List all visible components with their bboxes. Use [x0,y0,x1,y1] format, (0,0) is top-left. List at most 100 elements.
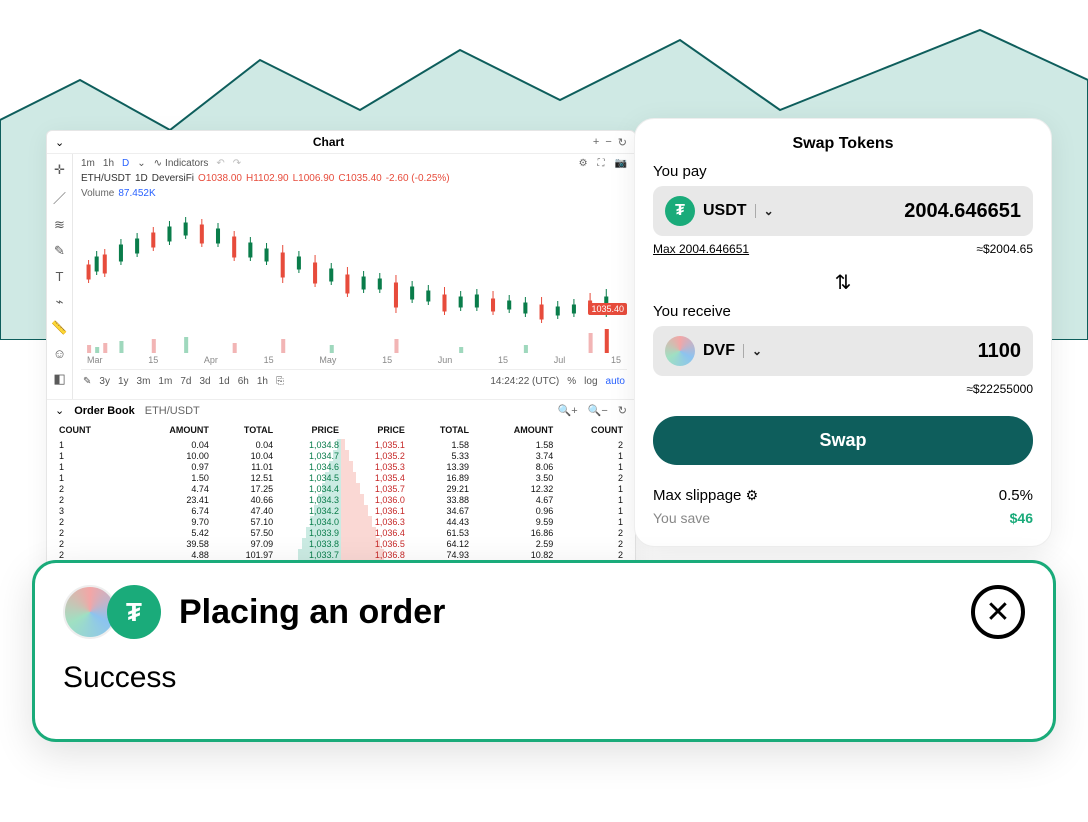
close-icon[interactable]: ✕ [971,585,1025,639]
toast-title: Placing an order [179,593,445,632]
zoom-out-icon[interactable]: 🔍− [588,404,608,417]
chevron-down-icon[interactable]: ⌄ [743,344,762,358]
dvf-icon [665,336,695,366]
swap-title: Swap Tokens [653,135,1033,153]
receive-token-selector[interactable]: DVF ⌄ [665,336,762,366]
pay-approx: ≈$2004.65 [976,242,1033,256]
trendline-icon[interactable]: ／ [53,188,66,207]
orderbook-row[interactable]: 36.7447.401,034.21,036.134.670.961 [57,505,625,516]
toast-token-icons: ₮ [63,585,161,639]
text-icon[interactable]: T [56,269,64,284]
ohlc-l: 1006.90 [298,173,334,184]
swap-button[interactable]: Swap [653,416,1033,465]
brush-icon[interactable]: ✎ [54,243,65,259]
ob-col-total: TOTAL [407,421,471,439]
pay-amount[interactable]: 2004.646651 [904,200,1021,223]
tf-1h[interactable]: 1h [257,376,268,387]
fullscreen-icon[interactable]: ⛶ [598,158,605,169]
tf-7d[interactable]: 7d [180,376,191,387]
measure-icon[interactable]: ◧ [53,371,65,387]
minus-icon[interactable]: − [605,136,611,149]
orderbook-row[interactable]: 10.9711.011,034.61,035.313.398.061 [57,461,625,472]
pattern-icon[interactable]: ⌁ [56,294,64,310]
chart-header-controls: + − ↻ [593,136,627,149]
drawing-toolstrip: ✛ ／ ≋ ✎ T ⌁ 📏 ☺ ◧ [47,154,73,399]
orderbook-row[interactable]: 29.7057.101,034.01,036.344.439.591 [57,516,625,527]
tf-1m[interactable]: 1m [158,376,172,387]
receive-amount[interactable]: 1100 [978,340,1021,363]
you-pay-label: You pay [653,163,1033,180]
chevron-down-icon[interactable]: ⌄ [137,158,145,169]
crosshair-icon[interactable]: ✛ [54,162,65,178]
camera-icon[interactable]: 📷 [615,158,627,169]
tf-3d[interactable]: 3d [199,376,210,387]
zoom-in-icon[interactable]: 🔍+ [558,404,578,417]
chevron-down-icon[interactable]: ⌄ [755,204,774,218]
gear-icon[interactable]: ⚙ [746,487,759,503]
tf-6h[interactable]: 6h [238,376,249,387]
ob-col-amount: AMOUNT [127,421,211,439]
usdt-icon: ₮ [107,585,161,639]
refresh-icon[interactable]: ↻ [618,404,627,417]
chevron-down-icon[interactable]: ⌄ [55,404,64,417]
tf-1y[interactable]: 1y [118,376,129,387]
indicators-button[interactable]: ∿ Indicators [154,158,209,169]
you-save-value: $46 [1010,510,1033,526]
orderbook-row[interactable]: 11.5012.511,034.51,035.416.893.502 [57,472,625,483]
redo-icon[interactable]: ↷ [233,158,241,169]
refresh-icon[interactable]: ↻ [618,136,627,149]
goto-date-icon[interactable]: ⎘ [276,376,284,387]
you-receive-label: You receive [653,303,1033,320]
chart-title: Chart [313,135,344,149]
orderbook-row[interactable]: 25.4257.501,033.91,036.461.5316.862 [57,527,625,538]
pay-max[interactable]: Max 2004.646651 [653,242,749,256]
orderbook-row[interactable]: 110.0010.041,034.71,035.25.333.741 [57,450,625,461]
tf-3y[interactable]: 3y [99,376,110,387]
chevron-down-icon[interactable]: ⌄ [55,136,64,149]
pair-info: ETH/USDT 1D DeversiFi O1038.00 H1102.90 … [81,173,627,184]
interval-1h[interactable]: 1h [103,158,114,169]
orderbook-row[interactable]: 223.4140.661,034.31,036.033.884.671 [57,494,625,505]
orderbook-row[interactable]: 10.040.041,034.81,035.11.581.582 [57,439,625,450]
interval-1m[interactable]: 1m [81,158,95,169]
receive-token-symbol: DVF [703,342,735,360]
timeframe-bar: ✎ 3y 1y 3m 1m 7d 3d 1d 6h 1h ⎘ 14:24:22 … [81,369,627,393]
undo-icon[interactable]: ↶ [216,158,224,169]
ohlc-c: 1035.40 [346,173,382,184]
orderbook-row[interactable]: 24.7417.251,034.41,035.729.2112.321 [57,483,625,494]
emoji-icon[interactable]: ☺ [53,346,66,361]
orderbook-row[interactable]: 24.88101.971,033.71,036.874.9310.822 [57,549,625,560]
slippage-value: 0.5% [999,487,1033,504]
ob-col-count: COUNT [555,421,625,439]
orderbook-pair: ETH/USDT [145,405,200,417]
scale-log[interactable]: log [584,376,597,387]
usdt-icon: ₮ [665,196,695,226]
candlestick-chart[interactable]: 1035.40 [81,205,627,355]
fib-icon[interactable]: ≋ [54,217,65,233]
ob-col-total: TOTAL [211,421,275,439]
ob-col-count: COUNT [57,421,127,439]
orderbook-row[interactable]: 239.5897.091,033.81,036.564.122.592 [57,538,625,549]
scale-auto[interactable]: auto [606,376,625,387]
pair-source: DeversiFi [152,173,194,184]
receive-row: DVF ⌄ 1100 [653,326,1033,376]
interval-d[interactable]: D [122,158,129,169]
plus-icon[interactable]: + [593,136,599,149]
gear-icon[interactable]: ⚙ [579,158,588,169]
swap-direction-icon[interactable]: ⇅ [653,270,1033,295]
chart-header: ⌄ Chart + − ↻ [47,131,635,154]
slippage-label: Max slippage [653,487,741,504]
scale-pct[interactable]: % [567,376,576,387]
order-toast: ₮ Placing an order ✕ Success [32,560,1056,742]
edit-icon[interactable]: ✎ [83,376,91,387]
pair-tf: 1D [135,173,148,184]
pay-token-selector[interactable]: ₮ USDT ⌄ [665,196,774,226]
toast-status: Success [63,661,1025,695]
pay-token-symbol: USDT [703,202,747,220]
ob-col-price: PRICE [341,421,407,439]
volume-value: 87.452K [118,188,155,199]
tf-3m[interactable]: 3m [137,376,151,387]
tf-1d[interactable]: 1d [219,376,230,387]
ruler-icon[interactable]: 📏 [51,320,67,336]
receive-approx: ≈$22255000 [966,382,1033,396]
